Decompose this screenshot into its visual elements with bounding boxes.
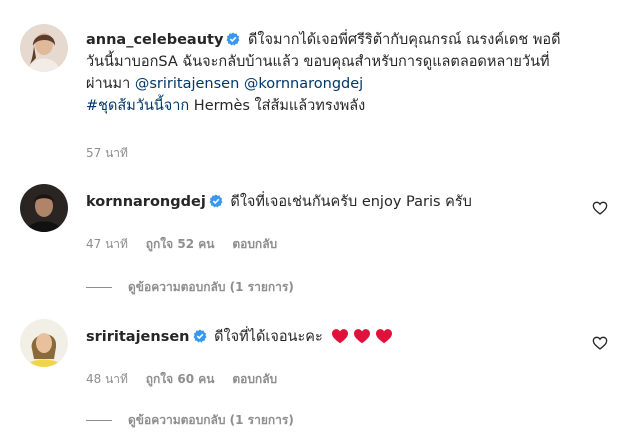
hashtag-link[interactable]: #ชุดส้มวันนี้จาก	[86, 98, 189, 114]
comment-meta: 47 นาที ถูกใจ 52 คน ตอบกลับ	[86, 235, 291, 254]
red-heart-emoji-icon	[376, 329, 393, 344]
red-heart-emoji-icon	[332, 329, 349, 344]
verified-badge-icon	[226, 31, 240, 46]
view-replies-button[interactable]: ดูข้อความตอบกลับ (1 รายการ)	[86, 278, 294, 297]
mention-kornnarongdej[interactable]: @kornnarongdej	[244, 76, 363, 92]
mention-sriritajensen[interactable]: @sriritajensen	[135, 76, 239, 92]
comment-sriritajensen: sriritajensen ดีใจที่ได้เจอนะคะ 48 นาที …	[0, 315, 624, 445]
comment-time[interactable]: 48 นาที	[86, 372, 128, 386]
comment-likes[interactable]: ถูกใจ 52 คน	[146, 237, 215, 251]
view-replies-label: ดูข้อความตอบกลับ (1 รายการ)	[128, 413, 294, 427]
comment-time[interactable]: 47 นาที	[86, 237, 128, 251]
comment-meta: 48 นาที ถูกใจ 60 คน ตอบกลับ	[86, 370, 291, 389]
reply-button[interactable]: ตอบกลับ	[232, 372, 277, 386]
avatar-sriritajensen[interactable]	[20, 319, 68, 367]
replies-divider	[86, 420, 112, 421]
replies-divider	[86, 287, 112, 288]
caption-line2: วันนี้มาบอกSA ฉันจะกลับบ้านแล้ว ขอบคุณสำ…	[86, 54, 550, 70]
caption-meta: 57 นาที	[86, 144, 142, 163]
caption-line1: ดีใจมากได้เจอพี่ศรีริต้ากับคุณกรณ์ ณรงค์…	[248, 32, 561, 48]
avatar-anna[interactable]	[20, 24, 68, 72]
comment-kornnarongdej: kornnarongdej ดีใจที่เจอเช่นกันครับ enjo…	[0, 180, 624, 300]
like-heart-icon[interactable]	[592, 335, 608, 351]
view-replies-button[interactable]: ดูข้อความตอบกลับ (1 รายการ)	[86, 411, 294, 430]
comment-body: kornnarongdej ดีใจที่เจอเช่นกันครับ enjo…	[86, 191, 576, 213]
caption-line3: ผ่านมา	[86, 76, 131, 92]
caption-comment: anna_celebeauty ดีใจมากได้เจอพี่ศรีริต้า…	[0, 0, 624, 160]
verified-badge-icon	[209, 193, 223, 208]
comment-body: sriritajensen ดีใจที่ได้เจอนะคะ	[86, 326, 576, 351]
red-heart-emoji-icon	[354, 329, 371, 344]
avatar-kornnarongdej[interactable]	[20, 184, 68, 232]
caption-body: anna_celebeauty ดีใจมากได้เจอพี่ศรีริต้า…	[86, 29, 606, 117]
like-heart-icon[interactable]	[592, 200, 608, 216]
comment-likes[interactable]: ถูกใจ 60 คน	[146, 372, 215, 386]
comment-username[interactable]: sriritajensen	[86, 329, 190, 345]
view-replies-label: ดูข้อความตอบกลับ (1 รายการ)	[128, 280, 294, 294]
verified-badge-icon	[193, 328, 207, 343]
comment-username[interactable]: kornnarongdej	[86, 194, 206, 210]
caption-hashtag-rest: Hermès ใส่ส้มแล้วทรงพลัง	[189, 98, 366, 114]
comment-text: ดีใจที่ได้เจอนะคะ	[214, 329, 323, 345]
comment-text: ดีใจที่เจอเช่นกันครับ enjoy Paris ครับ	[230, 194, 472, 210]
heart-emojis	[331, 328, 397, 351]
caption-time[interactable]: 57 นาที	[86, 146, 128, 160]
caption-username[interactable]: anna_celebeauty	[86, 32, 223, 48]
reply-button[interactable]: ตอบกลับ	[232, 237, 277, 251]
